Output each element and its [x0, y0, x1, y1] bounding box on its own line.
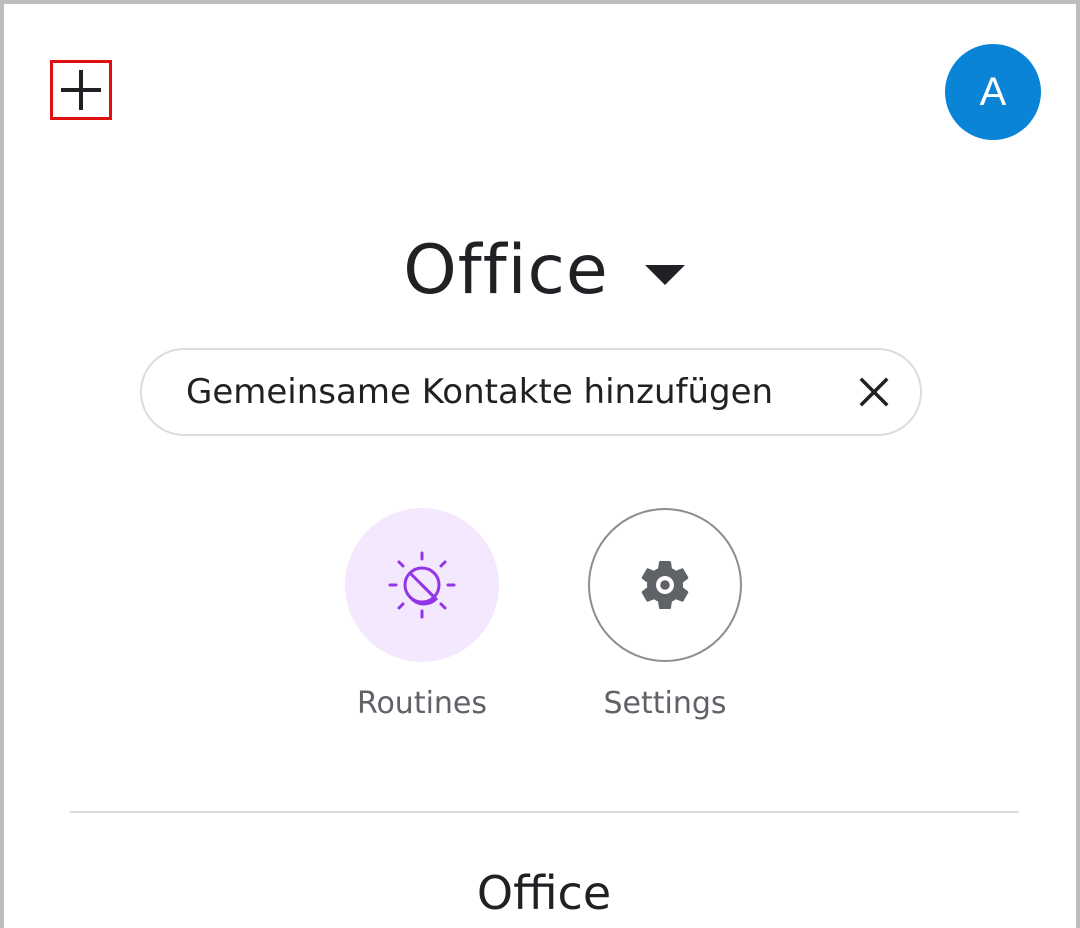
- avatar-initial: A: [979, 69, 1007, 114]
- routines-circle: [345, 508, 499, 662]
- plus-icon: [61, 70, 101, 110]
- settings-circle: [588, 508, 742, 662]
- routines-label: Routines: [356, 686, 488, 721]
- chip-label: Gemeinsame Kontakte hinzufügen: [186, 372, 774, 412]
- close-icon[interactable]: [856, 374, 892, 410]
- room-section-title: Office: [476, 866, 612, 920]
- shared-contacts-chip[interactable]: Gemeinsame Kontakte hinzufügen: [140, 348, 922, 436]
- app-frame: A Office Gemeinsame Kontakte hinzufügen: [0, 0, 1080, 928]
- routines-button[interactable]: Routines: [322, 508, 522, 721]
- routines-icon: [388, 551, 456, 619]
- add-button[interactable]: [50, 60, 112, 120]
- gear-icon: [641, 561, 689, 609]
- settings-button[interactable]: Settings: [565, 508, 765, 721]
- settings-label: Settings: [603, 686, 727, 721]
- home-selector[interactable]: Office: [4, 226, 1076, 316]
- account-avatar[interactable]: A: [945, 44, 1041, 140]
- section-divider: [70, 811, 1019, 813]
- caret-down-icon: [644, 265, 685, 287]
- home-title: Office: [403, 231, 609, 310]
